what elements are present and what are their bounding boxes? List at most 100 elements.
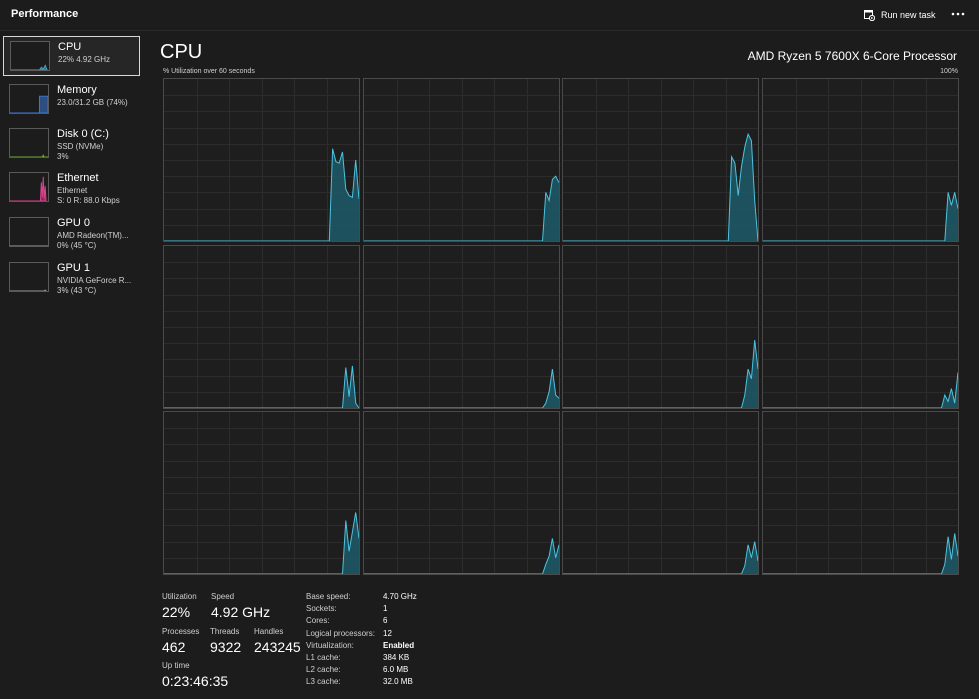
utilization-area bbox=[364, 369, 559, 408]
utilization-area bbox=[164, 365, 359, 408]
utilization-chart bbox=[763, 246, 958, 408]
sidebar-item-name: Memory bbox=[57, 84, 97, 96]
sidebar-item-detail: AMD Radeon(TM)... bbox=[57, 231, 129, 240]
utilization-line bbox=[563, 132, 758, 241]
run-new-task-button[interactable]: Run new task bbox=[864, 6, 936, 24]
detail-key: Base speed: bbox=[306, 592, 351, 601]
threads-label: Threads bbox=[210, 627, 240, 636]
sidebar-item-detail: 3% (43 °C) bbox=[57, 286, 97, 295]
utilization-chart bbox=[364, 79, 559, 241]
uptime-value: 0:23:46:35 bbox=[162, 673, 229, 689]
run-task-icon bbox=[864, 9, 875, 21]
ellipsis-icon bbox=[951, 12, 965, 16]
logical-processor-graph bbox=[562, 411, 759, 575]
detail-value: 32.0 MB bbox=[383, 677, 413, 686]
utilization-chart bbox=[164, 246, 359, 408]
logical-processor-graph bbox=[163, 78, 360, 242]
utilization-chart bbox=[563, 79, 758, 241]
sidebar-item-name: Disk 0 (C:) bbox=[57, 128, 109, 140]
detail-value: 6.0 MB bbox=[383, 665, 409, 674]
utilization-line bbox=[364, 175, 559, 241]
sidebar-item-detail: 0% (45 °C) bbox=[57, 241, 97, 250]
logical-processor-graphs bbox=[163, 78, 959, 575]
utilization-chart bbox=[763, 412, 958, 574]
task-manager-window: Performance Run new task CPU 22% 4.92 GHz… bbox=[0, 0, 979, 699]
uptime-label: Up time bbox=[162, 661, 190, 670]
sidebar-item-detail: NVIDIA GeForce R... bbox=[57, 276, 132, 285]
speed-label: Speed bbox=[211, 592, 235, 601]
utilization-chart bbox=[563, 412, 758, 574]
sidebar-item-detail: SSD (NVMe) bbox=[57, 142, 104, 151]
sidebar-item-detail: 3% bbox=[57, 152, 69, 161]
sidebar-thumbnail-graph bbox=[9, 128, 49, 158]
utilization-line bbox=[364, 538, 559, 574]
detail-key: Sockets: bbox=[306, 604, 337, 613]
handles-value: 243245 bbox=[254, 639, 301, 655]
utilization-area bbox=[763, 533, 958, 574]
detail-key: Logical processors: bbox=[306, 629, 375, 638]
sidebar-item-detail: S: 0 R: 88.0 Kbps bbox=[57, 196, 120, 205]
logical-processor-graph bbox=[762, 78, 959, 242]
utilization-line bbox=[563, 339, 758, 408]
logical-processor-graph bbox=[363, 78, 560, 242]
utilization-max-label: 100% bbox=[940, 68, 958, 75]
utilization-line bbox=[164, 512, 359, 574]
handles-label: Handles bbox=[254, 627, 284, 636]
utilization-graph-label: % Utilization over 60 seconds bbox=[163, 68, 255, 75]
logical-processor-graph bbox=[163, 245, 360, 409]
sidebar-thumbnail-graph bbox=[10, 41, 50, 71]
logical-processor-graph bbox=[762, 245, 959, 409]
logical-processor-graph bbox=[163, 411, 360, 575]
processor-name: AMD Ryzen 5 7600X 6-Core Processor bbox=[747, 49, 957, 63]
utilization-area bbox=[563, 541, 758, 574]
sidebar-item-disk-0-c[interactable]: Disk 0 (C:) SSD (NVMe) 3% bbox=[3, 124, 140, 164]
utilization-line bbox=[763, 192, 958, 241]
page-title: Performance bbox=[11, 8, 79, 20]
utilization-line bbox=[763, 372, 958, 408]
utilization-chart bbox=[164, 412, 359, 574]
detail-value: Enabled bbox=[383, 641, 415, 650]
logical-processor-graph bbox=[363, 245, 560, 409]
processes-label: Processes bbox=[162, 627, 200, 636]
performance-sidebar: CPU 22% 4.92 GHz Memory 23.0/31.2 GB (74%) D… bbox=[0, 32, 150, 699]
sidebar-item-name: CPU bbox=[58, 41, 82, 53]
utilization-area bbox=[763, 192, 958, 241]
utilization-line bbox=[763, 533, 958, 574]
detail-value: 12 bbox=[383, 629, 392, 638]
sidebar-item-gpu-0[interactable]: GPU 0 AMD Radeon(TM)... 0% (45 °C) bbox=[3, 213, 140, 253]
detail-value: 4.70 GHz bbox=[383, 592, 417, 601]
utilization-chart bbox=[164, 79, 359, 241]
detail-value: 6 bbox=[383, 616, 388, 625]
speed-value: 4.92 GHz bbox=[211, 604, 271, 620]
sidebar-item-name: Ethernet bbox=[57, 172, 99, 184]
sidebar-thumbnail-graph bbox=[9, 262, 49, 292]
utilization-line bbox=[164, 148, 359, 241]
threads-value: 9322 bbox=[210, 639, 242, 655]
sidebar-item-name: GPU 1 bbox=[57, 262, 91, 274]
logical-processor-graph bbox=[363, 411, 560, 575]
utilization-area bbox=[364, 538, 559, 574]
title-bar: Performance Run new task bbox=[0, 0, 979, 31]
sidebar-item-cpu[interactable]: CPU 22% 4.92 GHz bbox=[3, 36, 140, 76]
sidebar-thumbnail-graph bbox=[9, 84, 49, 114]
utilization-area bbox=[563, 340, 758, 408]
utilization-line bbox=[563, 541, 758, 574]
logical-processor-graph bbox=[562, 245, 759, 409]
utilization-chart bbox=[563, 246, 758, 408]
utilization-chart bbox=[364, 246, 559, 408]
run-new-task-label: Run new task bbox=[881, 10, 936, 20]
sidebar-item-gpu-1[interactable]: GPU 1 NVIDIA GeForce R... 3% (43 °C) bbox=[3, 258, 140, 298]
utilization-chart bbox=[763, 79, 958, 241]
sidebar-thumbnail-graph bbox=[9, 217, 49, 247]
detail-key: Virtualization: bbox=[306, 641, 354, 650]
utilization-line bbox=[364, 369, 559, 408]
sidebar-item-memory[interactable]: Memory 23.0/31.2 GB (74%) bbox=[3, 80, 140, 120]
sidebar-item-detail: 22% 4.92 GHz bbox=[58, 55, 111, 64]
sidebar-item-ethernet[interactable]: Ethernet Ethernet S: 0 R: 88.0 Kbps bbox=[3, 168, 140, 208]
sidebar-item-detail: Ethernet bbox=[57, 186, 88, 195]
more-options-button[interactable] bbox=[946, 4, 970, 24]
detail-key: L2 cache: bbox=[306, 665, 341, 674]
sidebar-item-detail: 23.0/31.2 GB (74%) bbox=[57, 98, 128, 107]
sidebar-thumbnail-graph bbox=[9, 172, 49, 202]
utilization-chart bbox=[364, 412, 559, 574]
